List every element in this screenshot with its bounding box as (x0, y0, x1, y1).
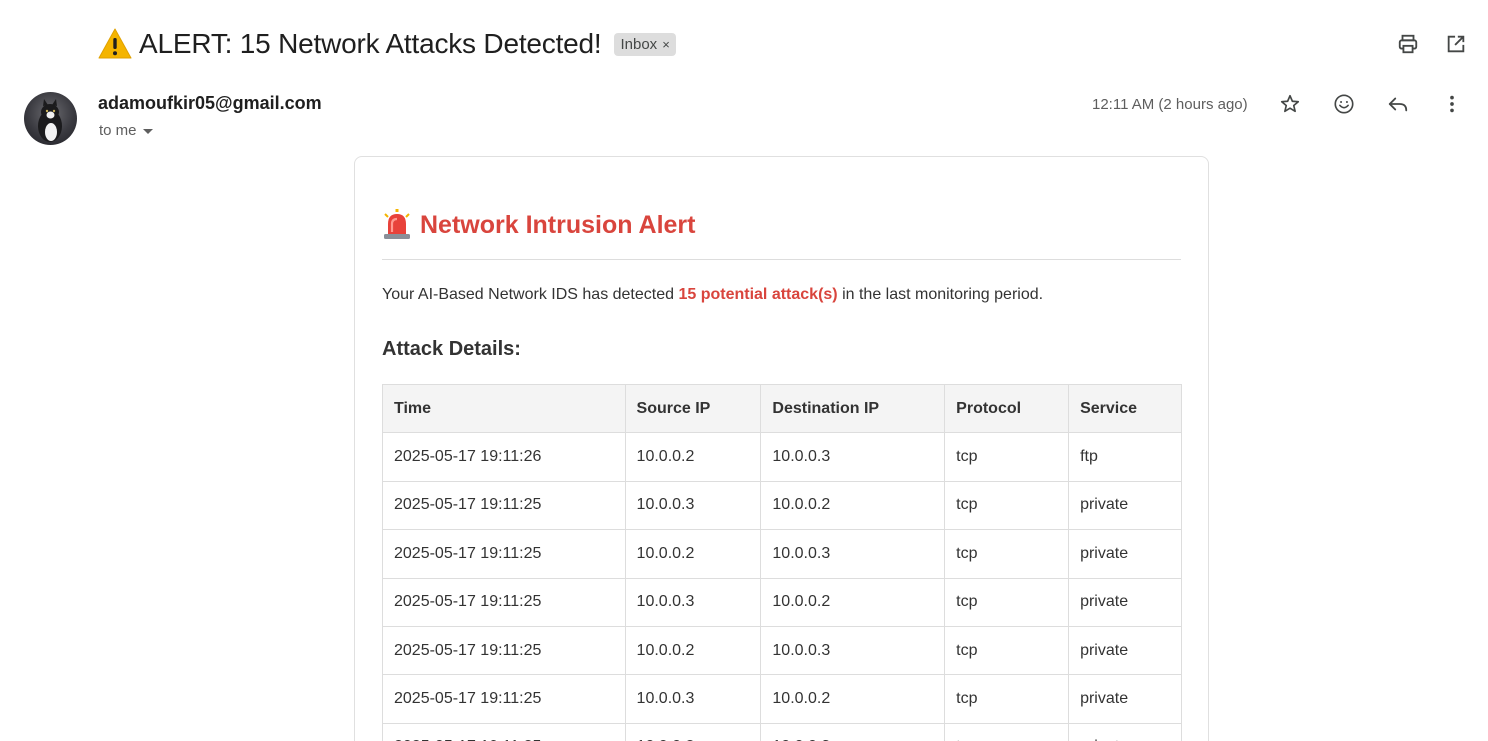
cell-destination-ip: 10.0.0.3 (760, 625, 946, 676)
recipient-text: to me (99, 122, 137, 139)
remove-label-icon[interactable]: × (662, 37, 670, 52)
cell-protocol: tcp (944, 577, 1070, 627)
attack-details-heading: Attack Details: (382, 338, 521, 360)
table-row: 2025-05-17 19:11:25 10.0.0.3 10.0.0.2 tc… (382, 480, 1182, 531)
cell-time: 2025-05-17 19:11:25 (382, 529, 626, 579)
cell-destination-ip: 10.0.0.3 (760, 722, 946, 741)
alert-title-text: Network Intrusion Alert (420, 210, 696, 239)
cell-time: 2025-05-17 19:11:26 (382, 432, 626, 482)
open-in-new-window-icon[interactable] (1444, 32, 1468, 56)
cell-service: private (1068, 674, 1182, 724)
cell-source-ip: 10.0.0.2 (624, 529, 762, 579)
column-header-time: Time (382, 383, 626, 434)
cell-source-ip: 10.0.0.3 (624, 480, 762, 531)
table-row: 2025-05-17 19:11:26 10.0.0.2 10.0.0.3 tc… (382, 432, 1182, 482)
email-body-card: Network Intrusion Alert Your AI-Based Ne… (354, 156, 1209, 741)
heading-divider (382, 259, 1181, 260)
alert-summary: Your AI-Based Network IDS has detected 1… (382, 286, 1181, 304)
cell-destination-ip: 10.0.0.2 (760, 480, 946, 531)
sender-avatar[interactable] (24, 92, 77, 145)
cell-service: private (1068, 577, 1182, 627)
cell-protocol: tcp (944, 480, 1070, 531)
cell-protocol: tcp (944, 625, 1070, 676)
inbox-label-chip[interactable]: Inbox × (614, 32, 676, 56)
recipient-details-toggle[interactable]: to me (99, 122, 153, 139)
column-header-service: Service (1068, 383, 1182, 434)
cell-destination-ip: 10.0.0.3 (760, 529, 946, 579)
cell-service: private (1068, 529, 1182, 579)
print-icon[interactable] (1396, 32, 1420, 56)
cell-destination-ip: 10.0.0.3 (760, 432, 946, 482)
cell-protocol: tcp (944, 722, 1070, 741)
summary-suffix: in the last monitoring period. (837, 286, 1044, 303)
cell-time: 2025-05-17 19:11:25 (382, 674, 626, 724)
warning-icon (98, 28, 132, 59)
message-actions (1278, 92, 1464, 116)
cell-time: 2025-05-17 19:11:25 (382, 625, 626, 676)
reply-icon[interactable] (1386, 92, 1410, 116)
cell-protocol: tcp (944, 529, 1070, 579)
cell-destination-ip: 10.0.0.2 (760, 577, 946, 627)
table-header-row: Time Source IP Destination IP Protocol S… (382, 383, 1182, 434)
cell-source-ip: 10.0.0.3 (624, 674, 762, 724)
siren-icon (384, 209, 410, 239)
cell-source-ip: 10.0.0.2 (624, 722, 762, 741)
cell-service: private (1068, 722, 1182, 741)
cell-source-ip: 10.0.0.3 (624, 577, 762, 627)
cell-protocol: tcp (944, 432, 1070, 482)
emoji-reaction-icon[interactable] (1332, 92, 1356, 116)
column-header-destination-ip: Destination IP (760, 383, 946, 434)
attack-details-table: Time Source IP Destination IP Protocol S… (382, 383, 1182, 741)
cell-destination-ip: 10.0.0.2 (760, 674, 946, 724)
table-row: 2025-05-17 19:11:25 10.0.0.3 10.0.0.2 tc… (382, 577, 1182, 627)
star-icon[interactable] (1278, 92, 1302, 116)
table-row: 2025-05-17 19:11:25 10.0.0.2 10.0.0.3 tc… (382, 625, 1182, 676)
cell-service: private (1068, 625, 1182, 676)
column-header-source-ip: Source IP (624, 383, 762, 434)
cell-time: 2025-05-17 19:11:25 (382, 722, 626, 741)
label-text: Inbox (620, 35, 658, 53)
attack-rows: 2025-05-17 19:11:26 10.0.0.2 10.0.0.3 tc… (382, 432, 1182, 741)
cell-service: ftp (1068, 432, 1182, 482)
cell-protocol: tcp (944, 674, 1070, 724)
table-row: 2025-05-17 19:11:25 10.0.0.2 10.0.0.3 tc… (382, 529, 1182, 579)
cell-service: private (1068, 480, 1182, 531)
summary-prefix: Your AI-Based Network IDS has detected (382, 286, 679, 303)
chevron-down-icon (142, 129, 153, 134)
thread-actions (1396, 32, 1468, 56)
cell-time: 2025-05-17 19:11:25 (382, 480, 626, 531)
attack-count-highlight: 15 potential attack(s) (678, 286, 838, 303)
email-timestamp: 12:11 AM (2 hours ago) (1092, 96, 1248, 113)
cell-time: 2025-05-17 19:11:25 (382, 577, 626, 627)
more-options-icon[interactable] (1440, 92, 1464, 116)
table-row: 2025-05-17 19:11:25 10.0.0.3 10.0.0.2 tc… (382, 674, 1182, 724)
subject-row: ALERT: 15 Network Attacks Detected! Inbo… (97, 26, 676, 62)
cell-source-ip: 10.0.0.2 (624, 432, 762, 482)
alert-heading: Network Intrusion Alert (382, 209, 1181, 241)
sender-email[interactable]: adamoufkir05@gmail.com (98, 93, 322, 114)
email-subject: ALERT: 15 Network Attacks Detected! (139, 28, 602, 59)
table-row: 2025-05-17 19:11:25 10.0.0.2 10.0.0.3 tc… (382, 722, 1182, 741)
cell-source-ip: 10.0.0.2 (624, 625, 762, 676)
column-header-protocol: Protocol (944, 383, 1070, 434)
